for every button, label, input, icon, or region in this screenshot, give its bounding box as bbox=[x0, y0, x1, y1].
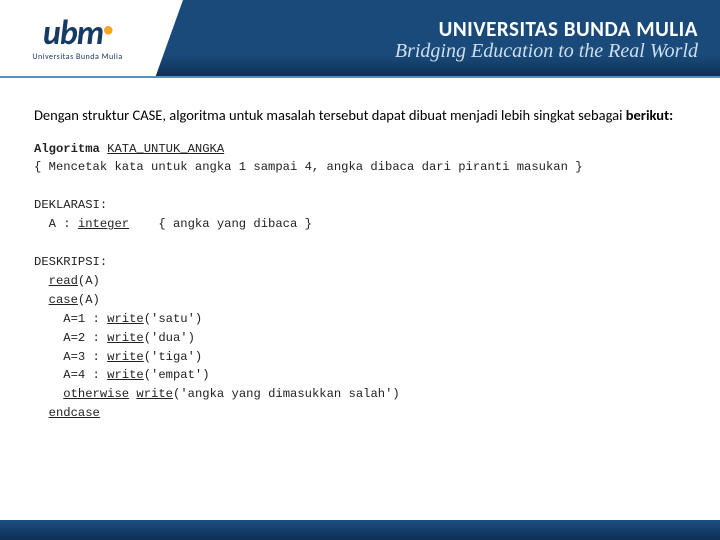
logo-box: ubm• Universitas Bunda Mulia bbox=[0, 0, 155, 78]
case-line: case(A) bbox=[34, 291, 686, 310]
kw-read: read bbox=[49, 274, 78, 288]
type-integer: integer bbox=[78, 217, 129, 231]
algorithm-block: Algoritma KATA_UNTUK_ANGKA { Mencetak ka… bbox=[34, 140, 686, 424]
logo-subtitle: Universitas Bunda Mulia bbox=[32, 52, 122, 62]
logo-main: ubm bbox=[43, 13, 103, 54]
tagline: Bridging Education to the Real World bbox=[395, 40, 698, 63]
decl-line: A : integer { angka yang dibaca } bbox=[34, 215, 686, 234]
deskripsi-label: DESKRIPSI: bbox=[34, 253, 686, 272]
kw-write-3: write bbox=[107, 350, 144, 364]
page-footer-bar bbox=[0, 520, 720, 540]
algo-name: KATA_UNTUK_ANGKA bbox=[107, 142, 224, 156]
header-right: UNIVERSITAS BUNDA MULIA Bridging Educati… bbox=[395, 16, 720, 63]
blank-2 bbox=[34, 234, 686, 253]
kw-write-4: write bbox=[107, 368, 144, 382]
content-area: Dengan struktur CASE, algoritma untuk ma… bbox=[0, 78, 720, 443]
logo-dot-icon: • bbox=[103, 20, 112, 40]
deklarasi-label: DEKLARASI: bbox=[34, 196, 686, 215]
case-1: A=1 : write('satu') bbox=[34, 310, 686, 329]
read-line: read(A) bbox=[34, 272, 686, 291]
kw-write-2: write bbox=[107, 331, 144, 345]
endcase-line: endcase bbox=[34, 404, 686, 423]
logo-text: ubm• bbox=[43, 17, 112, 51]
blank-1 bbox=[34, 177, 686, 196]
case-2: A=2 : write('dua') bbox=[34, 329, 686, 348]
kw-write-ow: write bbox=[136, 387, 173, 401]
case-4: A=4 : write('empat') bbox=[34, 366, 686, 385]
intro-text: Dengan struktur CASE, algoritma untuk ma… bbox=[34, 106, 686, 126]
algo-comment-top: { Mencetak kata untuk angka 1 sampai 4, … bbox=[34, 158, 686, 177]
kw-endcase: endcase bbox=[49, 406, 100, 420]
algo-title: Algoritma KATA_UNTUK_ANGKA bbox=[34, 140, 686, 159]
page-header: ubm• Universitas Bunda Mulia UNIVERSITAS… bbox=[0, 0, 720, 78]
kw-algoritma: Algoritma bbox=[34, 142, 100, 156]
intro-part1: Dengan struktur CASE, algoritma untuk ma… bbox=[34, 106, 626, 124]
university-name: UNIVERSITAS BUNDA MULIA bbox=[395, 16, 698, 42]
kw-otherwise: otherwise bbox=[63, 387, 129, 401]
kw-write-1: write bbox=[107, 312, 144, 326]
otherwise-line: otherwise write('angka yang dimasukkan s… bbox=[34, 385, 686, 404]
case-3: A=3 : write('tiga') bbox=[34, 348, 686, 367]
intro-bold: berikut: bbox=[626, 106, 673, 124]
kw-case: case bbox=[49, 293, 78, 307]
